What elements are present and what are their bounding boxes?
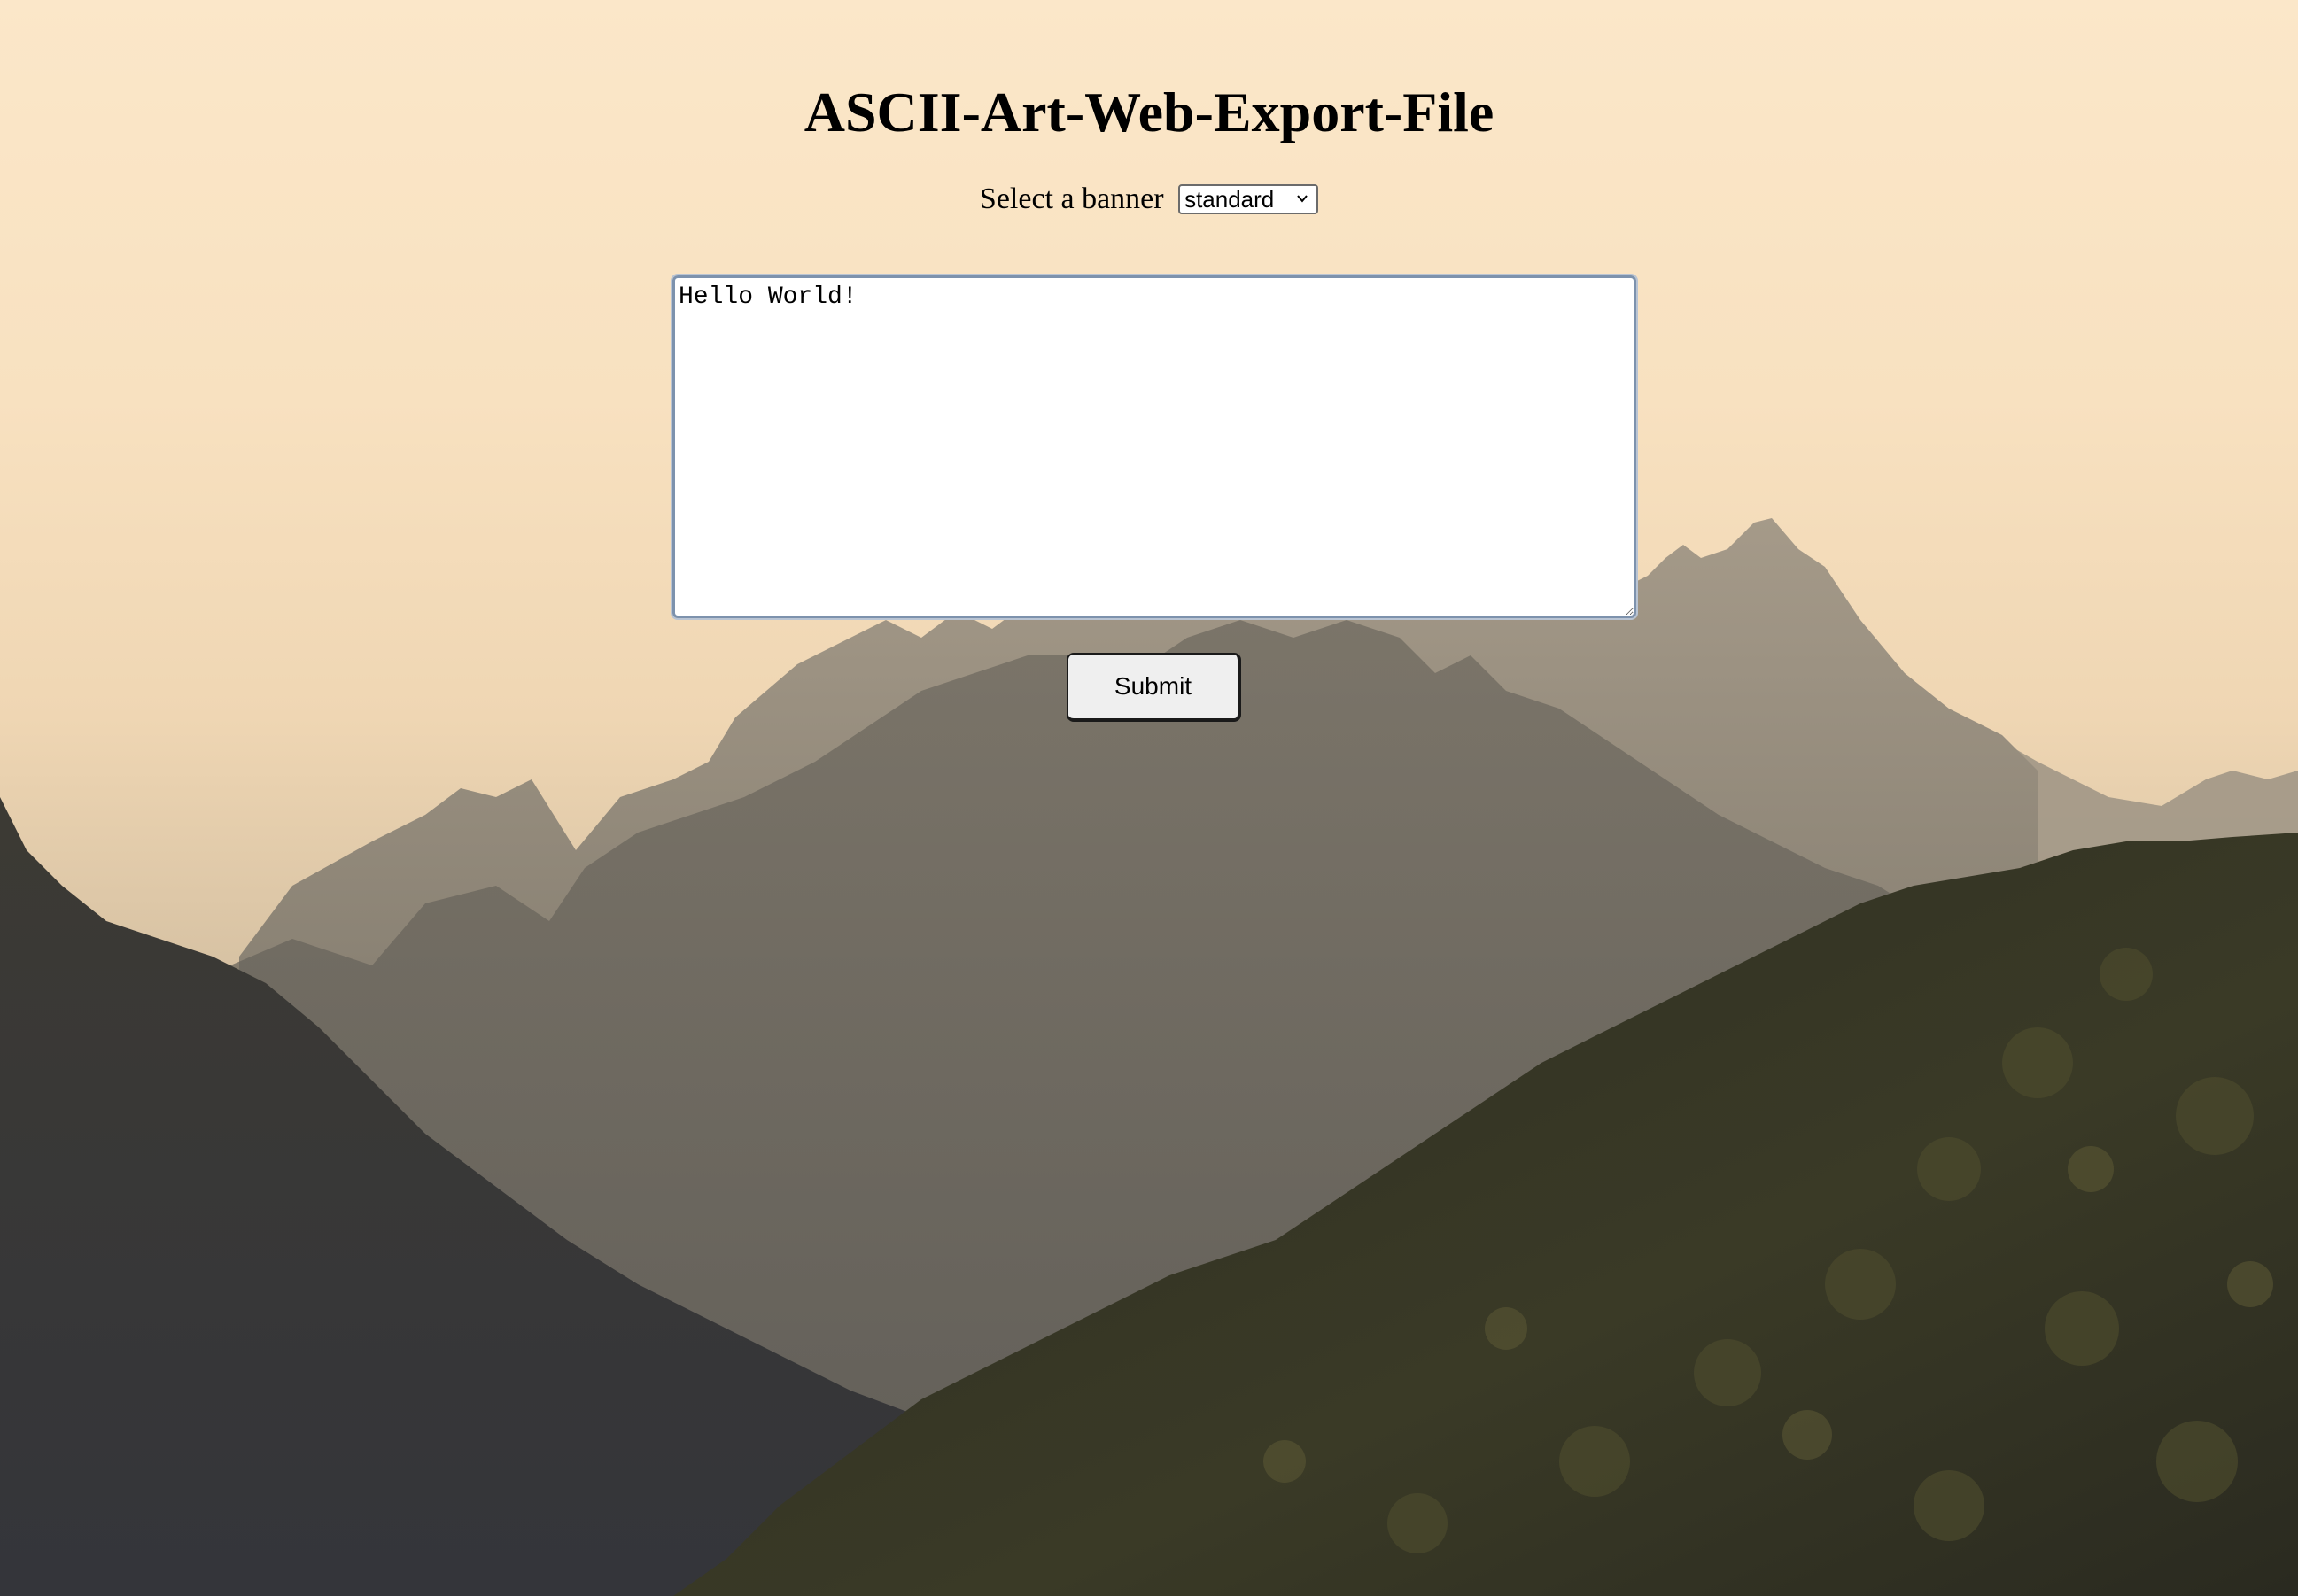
submit-button[interactable]: Submit xyxy=(1067,653,1241,722)
banner-select-value: standard xyxy=(1184,186,1275,213)
text-input-container: Hello World! xyxy=(671,274,1638,620)
banner-selector-row: Select a banner standard xyxy=(0,175,2298,221)
mountain-background-image xyxy=(0,518,2298,1596)
banner-select[interactable]: standard xyxy=(1178,184,1319,215)
page-title: ASCII-Art-Web-Export-File xyxy=(804,81,1494,143)
chevron-down-icon xyxy=(1297,195,1308,203)
text-input[interactable]: Hello World! xyxy=(671,274,1638,620)
banner-select-label: Select a banner xyxy=(979,182,1164,216)
